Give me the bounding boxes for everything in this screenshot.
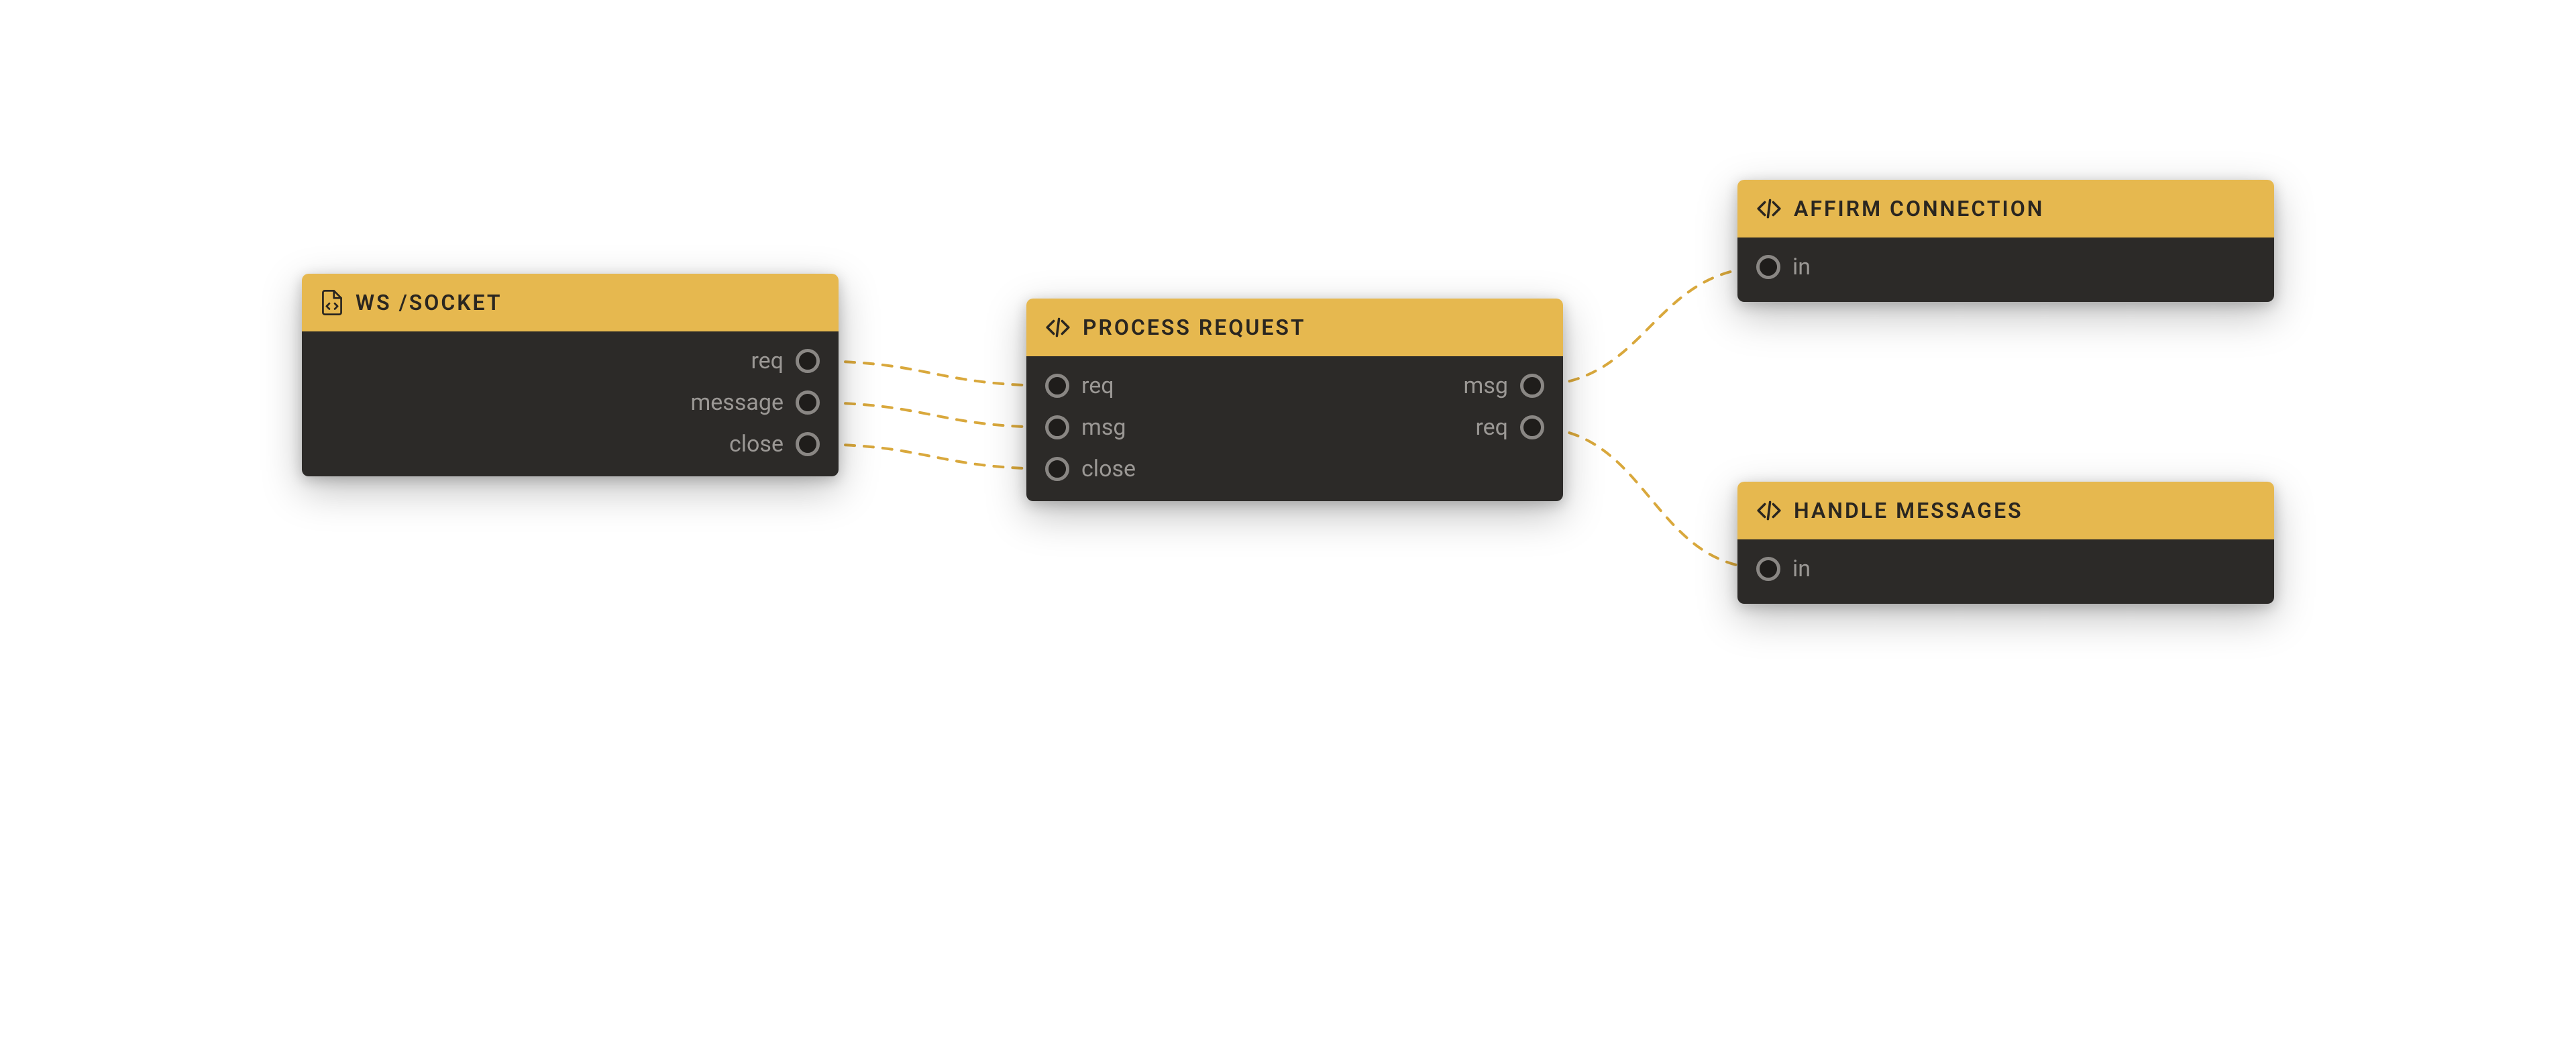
port-label: req	[1475, 416, 1508, 439]
port-socket-icon[interactable]	[796, 390, 820, 415]
port-label: close	[1081, 458, 1136, 480]
connection-wire[interactable]	[1532, 427, 1768, 569]
port-label: message	[690, 391, 784, 414]
node-header[interactable]: PROCESS REQUEST	[1026, 299, 1563, 356]
output-port-message[interactable]: message	[690, 390, 820, 415]
port-socket-icon[interactable]	[1520, 415, 1544, 439]
port-label: req	[1081, 374, 1114, 397]
port-socket-icon[interactable]	[1756, 557, 1780, 581]
node-title: PROCESS REQUEST	[1083, 315, 1306, 340]
input-port-msg[interactable]: msg	[1045, 415, 1126, 439]
port-socket-icon[interactable]	[796, 432, 820, 456]
input-port-close[interactable]: close	[1045, 457, 1136, 481]
port-label: in	[1792, 256, 1811, 278]
port-socket-icon[interactable]	[1756, 255, 1780, 279]
output-port-req[interactable]: req	[1475, 415, 1544, 439]
node-affirm_connection[interactable]: AFFIRM CONNECTION in	[1737, 180, 2274, 302]
connection-wire[interactable]	[1532, 267, 1768, 386]
input-port-in[interactable]: in	[1756, 557, 1811, 581]
node-body: in	[1737, 237, 2274, 302]
node-body: in	[1737, 539, 2274, 604]
input-port-in[interactable]: in	[1756, 255, 1811, 279]
connection-wire[interactable]	[808, 403, 1057, 427]
file-code-icon	[321, 290, 343, 315]
code-icon	[1756, 199, 1782, 219]
output-port-msg[interactable]: msg	[1464, 374, 1544, 398]
port-label: in	[1792, 558, 1811, 580]
node-body: req message close	[302, 331, 839, 476]
output-port-req[interactable]: req	[751, 349, 820, 373]
port-label: close	[729, 433, 784, 456]
port-socket-icon[interactable]	[1045, 457, 1069, 481]
connection-wire[interactable]	[808, 444, 1057, 469]
node-header[interactable]: AFFIRM CONNECTION	[1737, 180, 2274, 237]
port-label: req	[751, 350, 784, 372]
port-socket-icon[interactable]	[1045, 415, 1069, 439]
node-handle_messages[interactable]: HANDLE MESSAGES in	[1737, 482, 2274, 604]
port-socket-icon[interactable]	[796, 349, 820, 373]
input-port-req[interactable]: req	[1045, 374, 1114, 398]
node-ws_socket[interactable]: WS /SOCKET req message close	[302, 274, 839, 476]
connection-wire[interactable]	[808, 361, 1057, 386]
code-icon	[1756, 500, 1782, 521]
port-socket-icon[interactable]	[1045, 374, 1069, 398]
node-title: HANDLE MESSAGES	[1794, 498, 2023, 523]
node-body: req msg close msg req	[1026, 356, 1563, 501]
code-icon	[1045, 317, 1071, 337]
output-port-close[interactable]: close	[729, 432, 820, 456]
node-title: WS /SOCKET	[356, 290, 502, 315]
port-label: msg	[1464, 374, 1508, 397]
node-header[interactable]: HANDLE MESSAGES	[1737, 482, 2274, 539]
node-process_request[interactable]: PROCESS REQUEST req msg close msg req	[1026, 299, 1563, 501]
node-header[interactable]: WS /SOCKET	[302, 274, 839, 331]
node-graph-canvas[interactable]: WS /SOCKETreqmessageclosePROCESS REQUEST…	[0, 0, 2576, 1058]
node-title: AFFIRM CONNECTION	[1794, 196, 2044, 221]
port-label: msg	[1081, 416, 1126, 439]
port-socket-icon[interactable]	[1520, 374, 1544, 398]
